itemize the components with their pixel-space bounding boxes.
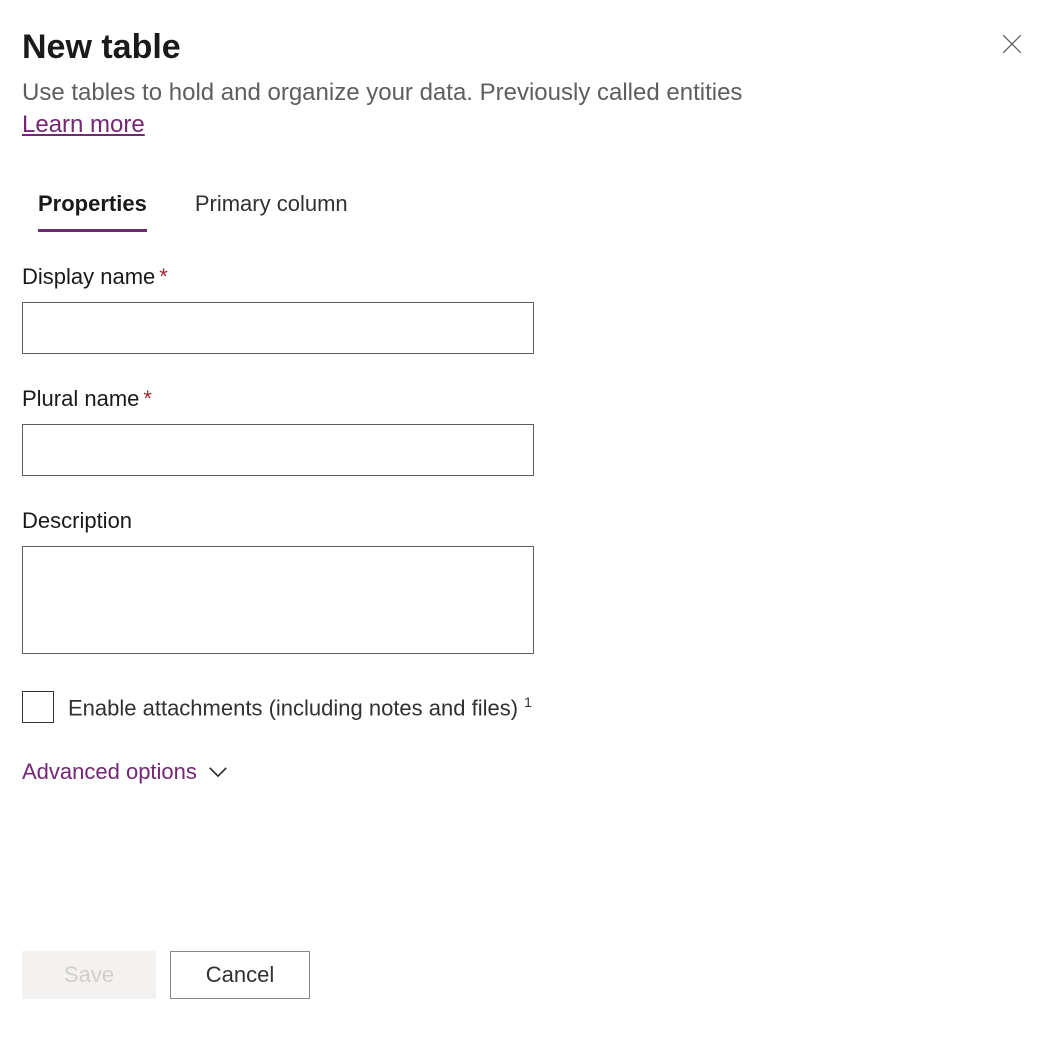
plural-name-label-text: Plural name	[22, 386, 139, 411]
required-marker: *	[159, 264, 168, 289]
plural-name-label: Plural name*	[22, 386, 1028, 412]
form: Display name* Plural name* Description E…	[22, 264, 1028, 785]
chevron-down-icon	[207, 761, 229, 783]
advanced-options-label: Advanced options	[22, 759, 197, 785]
field-group-display-name: Display name*	[22, 264, 1028, 354]
advanced-options-toggle[interactable]: Advanced options	[22, 759, 229, 785]
cancel-button[interactable]: Cancel	[170, 951, 310, 999]
close-icon	[1002, 34, 1022, 54]
enable-attachments-label: Enable attachments (including notes and …	[68, 694, 532, 721]
field-group-plural-name: Plural name*	[22, 386, 1028, 476]
dialog-title: New table	[22, 28, 181, 67]
footnote-marker: 1	[524, 694, 532, 710]
enable-attachments-checkbox[interactable]	[22, 691, 54, 723]
learn-more-link[interactable]: Learn more	[22, 111, 145, 139]
description-input[interactable]	[22, 546, 534, 654]
field-group-description: Description	[22, 508, 1028, 659]
display-name-label: Display name*	[22, 264, 1028, 290]
enable-attachments-row: Enable attachments (including notes and …	[22, 691, 1028, 723]
tab-primary-column[interactable]: Primary column	[195, 191, 348, 232]
dialog-subtitle: Use tables to hold and organize your dat…	[22, 77, 1028, 109]
close-button[interactable]	[996, 28, 1028, 60]
save-button[interactable]: Save	[22, 951, 156, 999]
display-name-label-text: Display name	[22, 264, 155, 289]
footer: Save Cancel	[22, 951, 310, 999]
display-name-input[interactable]	[22, 302, 534, 354]
tab-properties[interactable]: Properties	[38, 191, 147, 232]
enable-attachments-label-text: Enable attachments (including notes and …	[68, 695, 518, 720]
tabs: Properties Primary column	[38, 191, 1028, 232]
plural-name-input[interactable]	[22, 424, 534, 476]
description-label: Description	[22, 508, 1028, 534]
required-marker: *	[143, 386, 152, 411]
